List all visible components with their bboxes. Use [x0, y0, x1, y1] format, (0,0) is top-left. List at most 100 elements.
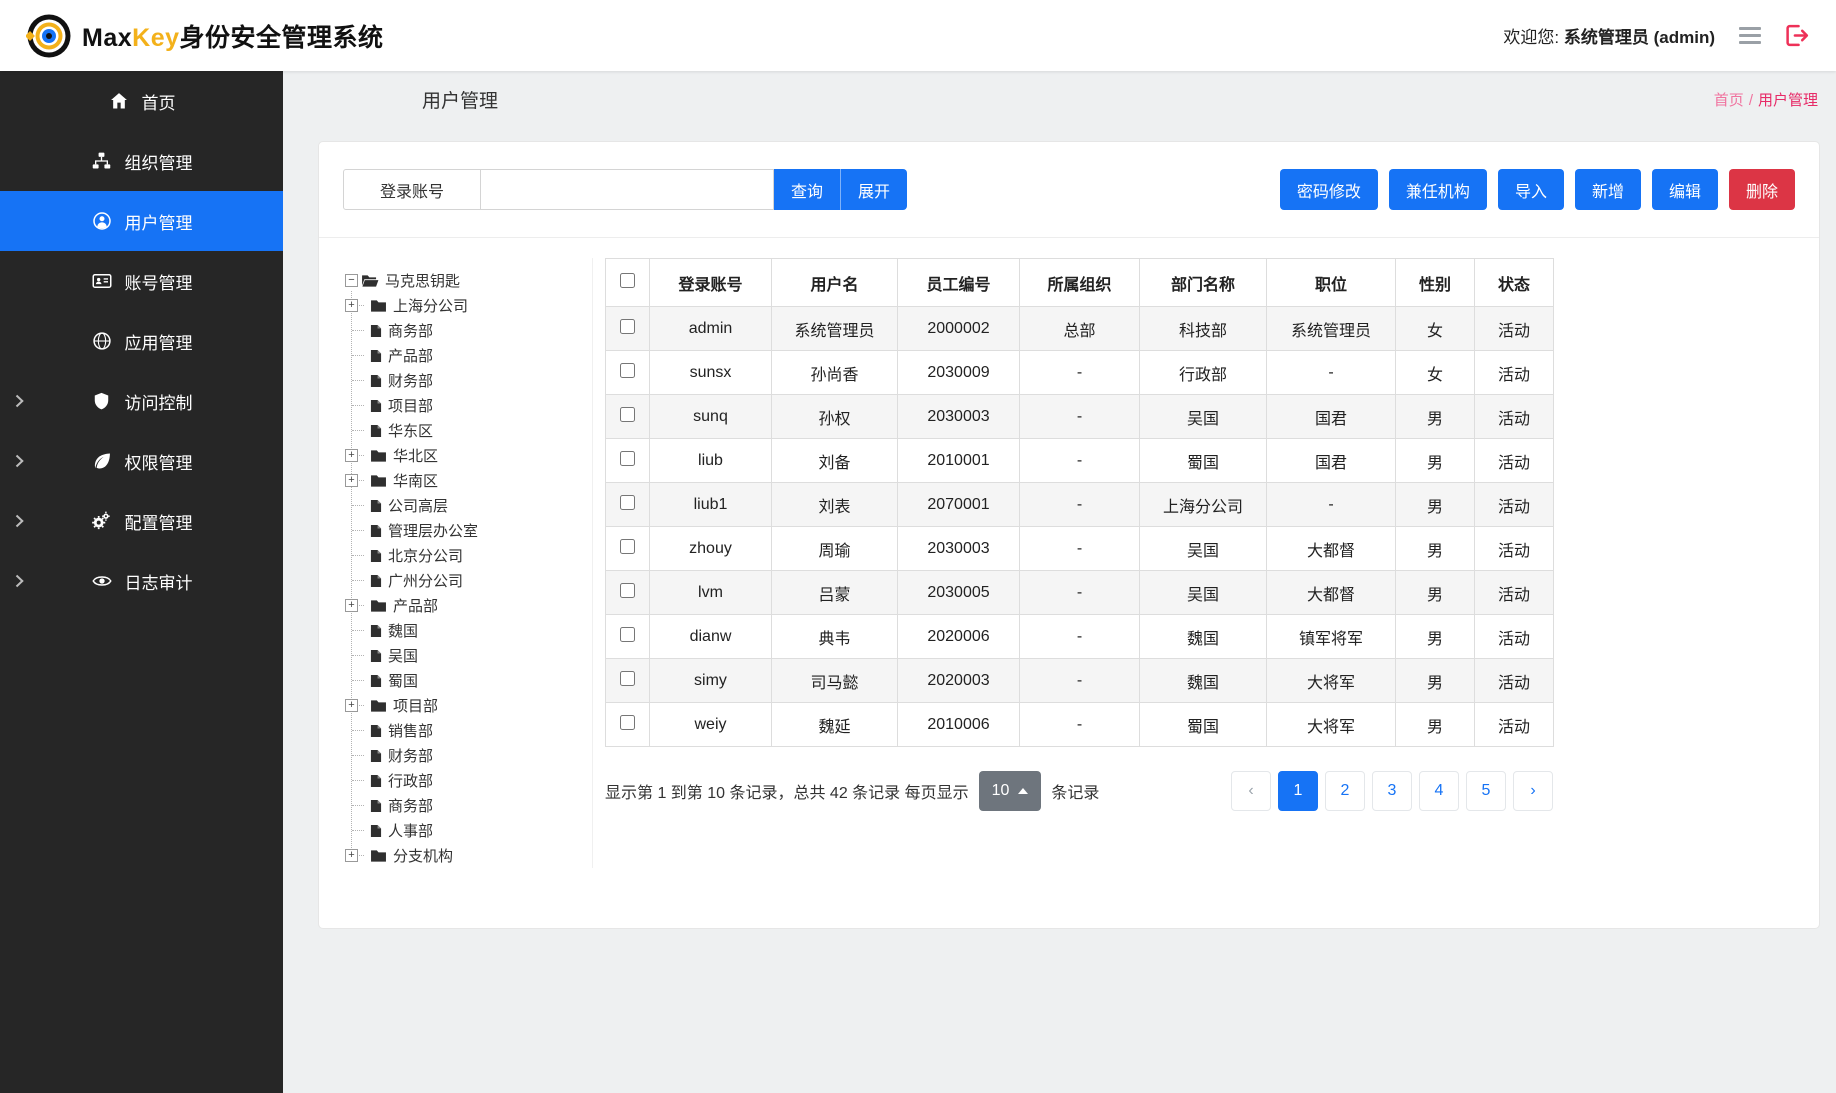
table-cell: -	[1020, 659, 1140, 703]
table-row[interactable]: dianw典韦2020006-魏国镇军将军男活动	[606, 615, 1554, 659]
tree-node[interactable]: 商务部	[351, 793, 586, 818]
row-checkbox[interactable]	[620, 363, 635, 378]
tree-node[interactable]: 管理层办公室	[351, 518, 586, 543]
tree-node[interactable]: 公司高层	[351, 493, 586, 518]
table-cell: 男	[1396, 527, 1475, 571]
tree-expander-plus-icon[interactable]: +	[345, 699, 358, 712]
sidebar-item-app[interactable]: 应用管理	[0, 311, 283, 371]
page-button-1[interactable]: 1	[1278, 771, 1318, 811]
page-button-2[interactable]: 2	[1325, 771, 1365, 811]
select-all-cell	[606, 259, 650, 307]
page-size-value: 10	[992, 782, 1010, 800]
row-checkbox[interactable]	[620, 495, 635, 510]
table-row[interactable]: admin系统管理员2000002总部科技部系统管理员女活动	[606, 307, 1554, 351]
sidebar-item-config[interactable]: 配置管理	[0, 491, 283, 551]
table-cell: -	[1020, 351, 1140, 395]
edit-button[interactable]: 编辑	[1652, 169, 1718, 210]
table-cell: 2030003	[898, 395, 1020, 439]
table-row[interactable]: sunq孙权2030003-吴国国君男活动	[606, 395, 1554, 439]
menu-toggle-icon[interactable]	[1739, 23, 1761, 48]
add-button[interactable]: 新增	[1575, 169, 1641, 210]
concurrent-org-button[interactable]: 兼任机构	[1389, 169, 1487, 210]
row-checkbox[interactable]	[620, 319, 635, 334]
row-checkbox[interactable]	[620, 451, 635, 466]
row-checkbox[interactable]	[620, 539, 635, 554]
table-header-row: 登录账号用户名员工编号所属组织部门名称职位性别状态	[606, 259, 1554, 307]
tree-expander-minus-icon[interactable]: −	[345, 274, 358, 287]
sidebar-item-user[interactable]: 用户管理	[0, 191, 283, 251]
tree-node[interactable]: 财务部	[351, 368, 586, 393]
page-size-dropdown[interactable]: 10	[979, 771, 1042, 811]
import-button[interactable]: 导入	[1498, 169, 1564, 210]
sidebar-item-label: 权限管理	[125, 449, 193, 474]
table-row[interactable]: sunsx孙尚香2030009-行政部-女活动	[606, 351, 1554, 395]
tree-node[interactable]: 销售部	[351, 718, 586, 743]
sidebar-item-audit[interactable]: 日志审计	[0, 551, 283, 611]
sidebar-item-access[interactable]: 访问控制	[0, 371, 283, 431]
pagination: 显示第 1 到第 10 条记录，总共 42 条记录 每页显示 10 条记录 ‹1…	[605, 771, 1553, 811]
table-cell: 男	[1396, 439, 1475, 483]
delete-button[interactable]: 删除	[1729, 169, 1795, 210]
prev-page-button[interactable]: ‹	[1231, 771, 1271, 811]
page-button-4[interactable]: 4	[1419, 771, 1459, 811]
tree-node[interactable]: +上海分公司	[351, 293, 586, 318]
tree-node[interactable]: +分支机构	[351, 843, 586, 868]
login-account-input[interactable]	[481, 170, 773, 209]
tree-expander-plus-icon[interactable]: +	[345, 599, 358, 612]
sidebar-item-label: 用户管理	[125, 209, 193, 234]
tree-node[interactable]: 产品部	[351, 343, 586, 368]
sidebar-item-account[interactable]: 账号管理	[0, 251, 283, 311]
tree-node[interactable]: 商务部	[351, 318, 586, 343]
select-all-checkbox[interactable]	[620, 273, 635, 288]
tree-node[interactable]: 华东区	[351, 418, 586, 443]
tree-node[interactable]: 行政部	[351, 768, 586, 793]
next-page-button[interactable]: ›	[1513, 771, 1553, 811]
sidebar-item-org[interactable]: 组织管理	[0, 131, 283, 191]
logout-icon[interactable]	[1785, 24, 1810, 47]
query-button[interactable]: 查询	[774, 169, 840, 210]
tree-node[interactable]: +项目部	[351, 693, 586, 718]
tree-expander-plus-icon[interactable]: +	[345, 299, 358, 312]
page-button-5[interactable]: 5	[1466, 771, 1506, 811]
welcome-text: 欢迎您: 系统管理员 (admin)	[1503, 23, 1715, 48]
tree-expander-plus-icon[interactable]: +	[345, 849, 358, 862]
tree-expander-plus-icon[interactable]: +	[345, 449, 358, 462]
row-checkbox[interactable]	[620, 627, 635, 642]
tree-expander-plus-icon[interactable]: +	[345, 474, 358, 487]
tree-node[interactable]: 魏国	[351, 618, 586, 643]
tree-node[interactable]: 吴国	[351, 643, 586, 668]
tree-node[interactable]: +产品部	[351, 593, 586, 618]
tree-node-label: 华东区	[386, 420, 435, 441]
sidebar-menu: 首页组织管理用户管理账号管理应用管理访问控制权限管理配置管理日志审计	[0, 71, 283, 1093]
page-button-3[interactable]: 3	[1372, 771, 1412, 811]
table-row[interactable]: simy司马懿2020003-魏国大将军男活动	[606, 659, 1554, 703]
tree-node[interactable]: 财务部	[351, 743, 586, 768]
row-checkbox[interactable]	[620, 715, 635, 730]
brand: MaxKey身份安全管理系统	[26, 13, 384, 59]
tree-node[interactable]: 蜀国	[351, 668, 586, 693]
expand-button[interactable]: 展开	[840, 169, 907, 210]
table-row[interactable]: lvm吕蒙2030005-吴国大都督男活动	[606, 571, 1554, 615]
table-row[interactable]: zhouy周瑜2030003-吴国大都督男活动	[606, 527, 1554, 571]
tree-node[interactable]: +华南区	[351, 468, 586, 493]
password-modify-button[interactable]: 密码修改	[1280, 169, 1378, 210]
chevron-right-icon	[15, 394, 24, 408]
column-header: 状态	[1475, 259, 1554, 307]
row-checkbox[interactable]	[620, 407, 635, 422]
tree-node[interactable]: 项目部	[351, 393, 586, 418]
breadcrumb-home-link[interactable]: 首页	[1714, 92, 1744, 109]
column-header: 职位	[1267, 259, 1396, 307]
row-checkbox[interactable]	[620, 671, 635, 686]
table-row[interactable]: weiy魏延2010006-蜀国大将军男活动	[606, 703, 1554, 747]
table-row[interactable]: liub刘备2010001-蜀国国君男活动	[606, 439, 1554, 483]
sidebar-item-home[interactable]: 首页	[0, 71, 283, 131]
file-icon	[370, 324, 382, 338]
tree-node[interactable]: −马克思钥匙	[345, 268, 586, 293]
tree-node[interactable]: 北京分公司	[351, 543, 586, 568]
tree-node[interactable]: +华北区	[351, 443, 586, 468]
table-row[interactable]: liub1刘表2070001-上海分公司-男活动	[606, 483, 1554, 527]
tree-node[interactable]: 广州分公司	[351, 568, 586, 593]
row-checkbox[interactable]	[620, 583, 635, 598]
tree-node[interactable]: 人事部	[351, 818, 586, 843]
sidebar-item-permission[interactable]: 权限管理	[0, 431, 283, 491]
